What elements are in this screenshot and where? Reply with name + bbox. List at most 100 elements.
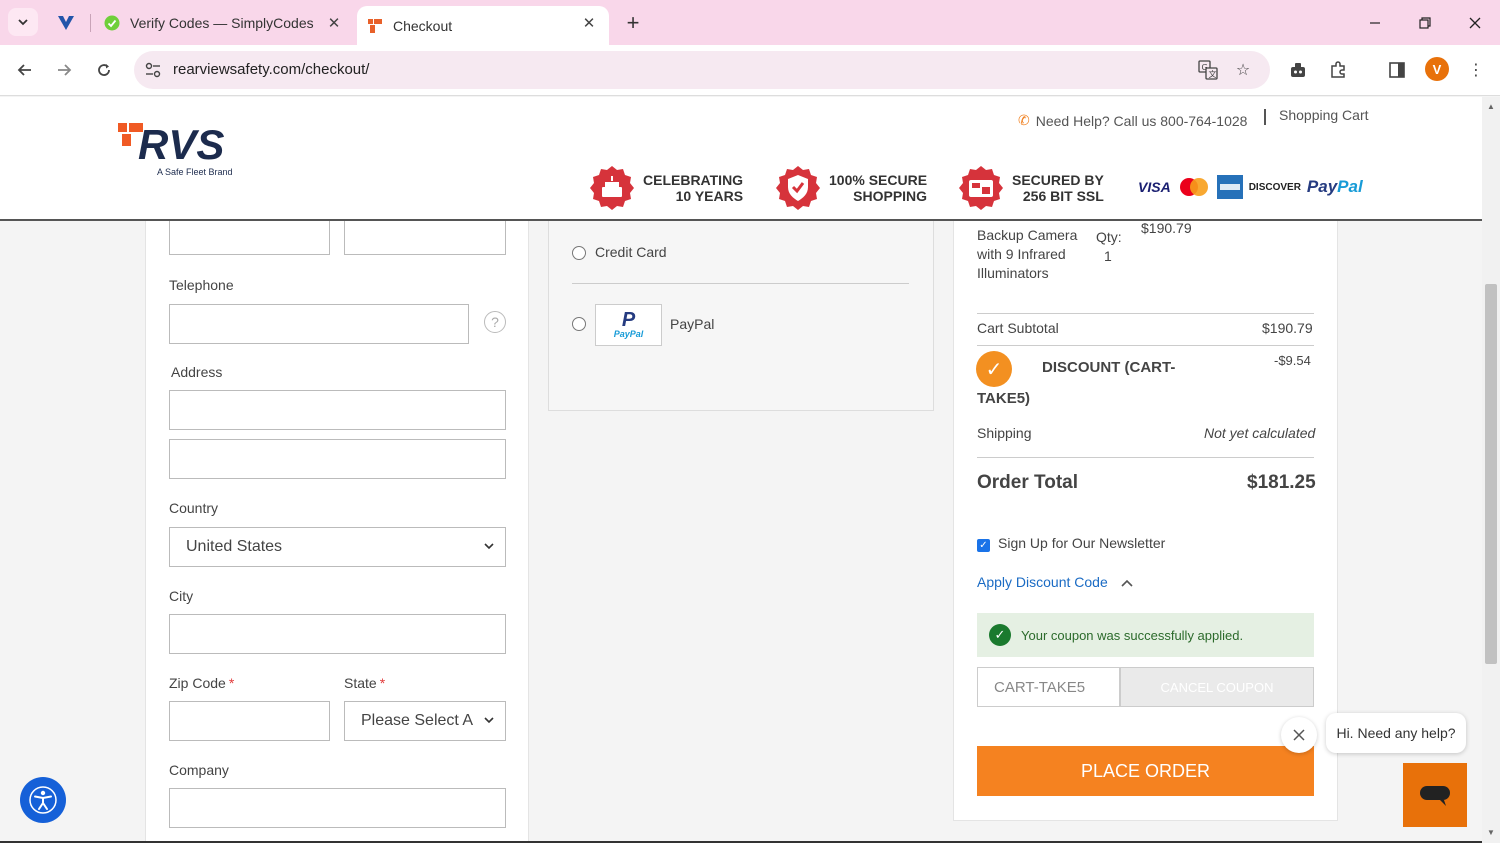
paypal-logo-part-2: Pal bbox=[1337, 177, 1363, 196]
subtotal-value: $190.79 bbox=[1262, 320, 1313, 336]
paypal-radio[interactable] bbox=[572, 317, 586, 331]
state-select[interactable]: Please Select A bbox=[344, 701, 506, 741]
newsletter-label[interactable]: Sign Up for Our Newsletter bbox=[998, 535, 1165, 551]
company-input[interactable] bbox=[169, 788, 506, 828]
place-order-button[interactable]: PLACE ORDER bbox=[977, 746, 1314, 796]
scrollbar-thumb[interactable] bbox=[1485, 284, 1497, 664]
scroll-up-icon[interactable]: ▲ bbox=[1486, 101, 1496, 111]
help-phone[interactable]: ✆ Need Help? Call us 800-764-1028 bbox=[1018, 112, 1247, 129]
reload-button[interactable] bbox=[89, 55, 119, 85]
scroll-down-icon[interactable]: ▼ bbox=[1486, 827, 1496, 837]
apply-discount-link[interactable]: Apply Discount Code bbox=[977, 574, 1108, 590]
phone-icon: ✆ bbox=[1018, 112, 1030, 128]
coupon-message-text: Your coupon was successfully applied. bbox=[1021, 627, 1244, 643]
paypal-logo: PayPal bbox=[1307, 177, 1363, 197]
coupon-success-message: ✓ Your coupon was successfully applied. bbox=[977, 613, 1314, 657]
profile-avatar[interactable]: V bbox=[1425, 57, 1449, 81]
address-label: Address bbox=[171, 364, 223, 380]
shipping-label: Shipping bbox=[977, 425, 1032, 441]
accessibility-icon bbox=[29, 786, 57, 814]
address-bar[interactable]: rearviewsafety.com/checkout/ G文 ☆ bbox=[134, 51, 1270, 89]
cancel-coupon-button[interactable]: CANCEL COUPON bbox=[1120, 667, 1314, 707]
minimize-button[interactable] bbox=[1360, 8, 1390, 38]
minimize-icon bbox=[1370, 22, 1380, 24]
badge-secure-shopping: 100% SECURE SHOPPING bbox=[775, 165, 927, 211]
chevron-up-icon[interactable] bbox=[1120, 577, 1134, 589]
extension-icon[interactable] bbox=[1286, 58, 1310, 82]
bookmark-star-icon[interactable]: ☆ bbox=[1232, 59, 1254, 81]
payment-methods: VISA DISCOVER PayPal bbox=[1138, 175, 1363, 199]
more-menu-icon[interactable]: ⋮ bbox=[1464, 58, 1488, 82]
tab-simplycodes[interactable]: Verify Codes — SimplyCodes ✕ bbox=[96, 6, 354, 40]
tab-checkout[interactable]: Checkout ✕ bbox=[357, 6, 609, 45]
tab-search-button[interactable] bbox=[8, 8, 38, 36]
summary-divider bbox=[977, 313, 1314, 314]
accessibility-button[interactable] bbox=[20, 777, 66, 823]
badge-line-1: 100% SECURE bbox=[829, 172, 928, 188]
zip-code-input[interactable] bbox=[169, 701, 330, 741]
qty-label: Qty: bbox=[1096, 229, 1122, 245]
order-summary bbox=[953, 221, 1338, 821]
back-button[interactable] bbox=[10, 55, 40, 85]
rvs-logo-mark-icon: RVS bbox=[118, 121, 224, 168]
telephone-input[interactable] bbox=[169, 304, 469, 344]
close-window-button[interactable] bbox=[1460, 8, 1490, 38]
street-address-line-1-input[interactable] bbox=[169, 390, 506, 430]
order-total-label: Order Total bbox=[977, 472, 1078, 493]
product-price: $190.79 bbox=[1141, 221, 1192, 236]
company-label: Company bbox=[169, 762, 229, 778]
new-tab-button[interactable]: + bbox=[620, 10, 646, 36]
ssl-lock-icon bbox=[959, 166, 1003, 210]
close-tab-icon[interactable]: ✕ bbox=[324, 13, 344, 33]
last-name-input[interactable] bbox=[344, 221, 506, 255]
restore-icon bbox=[1419, 17, 1431, 29]
coupon-code-input[interactable]: CART-TAKE5 bbox=[977, 667, 1120, 707]
pinned-tab[interactable] bbox=[52, 10, 80, 36]
side-panel-icon[interactable] bbox=[1385, 58, 1409, 82]
paypal-label[interactable]: PayPal bbox=[670, 316, 714, 332]
extensions-puzzle-icon[interactable] bbox=[1326, 58, 1350, 82]
svg-text:文: 文 bbox=[1209, 69, 1217, 79]
forward-button[interactable] bbox=[49, 55, 79, 85]
arrow-left-icon bbox=[17, 64, 31, 76]
restore-button[interactable] bbox=[1410, 8, 1440, 38]
badge-line-2: 256 BIT SSL bbox=[1022, 188, 1104, 204]
help-question-icon[interactable]: ? bbox=[484, 311, 506, 333]
chat-greeting-bubble[interactable]: Hi. Need any help? bbox=[1326, 713, 1466, 753]
translate-icon[interactable]: G文 bbox=[1197, 59, 1219, 81]
badge-celebrating: CELEBRATING 10 YEARS bbox=[589, 165, 743, 211]
street-address-line-2-input[interactable] bbox=[169, 439, 506, 479]
country-select[interactable]: United States bbox=[169, 527, 506, 567]
discount-value: -$9.54 bbox=[1274, 353, 1311, 368]
cake-badge-icon bbox=[590, 166, 634, 210]
discount-label-line-1: DISCOUNT (CART- bbox=[1042, 359, 1176, 376]
credit-card-radio[interactable] bbox=[572, 246, 586, 260]
page-scrollbar[interactable]: ▲ ▼ bbox=[1482, 97, 1500, 843]
shopping-cart-link[interactable]: Shopping Cart bbox=[1279, 107, 1369, 123]
state-label: State * bbox=[344, 675, 386, 691]
amex-icon bbox=[1216, 175, 1243, 199]
browser-tab-bar: Verify Codes — SimplyCodes ✕ Checkout ✕ … bbox=[0, 0, 1500, 45]
tab-title: Checkout bbox=[393, 17, 453, 34]
paypal-wordmark: PayPal bbox=[613, 329, 644, 339]
chat-close-button[interactable] bbox=[1281, 717, 1317, 753]
city-label: City bbox=[169, 588, 194, 604]
discount-label-line-2: TAKE5) bbox=[977, 390, 1031, 407]
badge-line-2: SHOPPING bbox=[853, 188, 928, 204]
newsletter-checkbox[interactable]: ✓ bbox=[977, 539, 990, 552]
reload-icon bbox=[98, 64, 110, 76]
zip-code-label: Zip Code * bbox=[169, 675, 235, 691]
close-tab-icon[interactable]: ✕ bbox=[579, 13, 599, 33]
badge-line-2: 10 YEARS bbox=[675, 188, 744, 204]
subtotal-label: Cart Subtotal bbox=[977, 320, 1059, 336]
chevron-down-icon bbox=[484, 717, 494, 724]
credit-card-label[interactable]: Credit Card bbox=[595, 244, 667, 260]
first-name-input[interactable] bbox=[169, 221, 330, 255]
rvs-logo[interactable]: RVS A Safe Fleet Brand bbox=[118, 121, 278, 181]
success-check-icon: ✓ bbox=[989, 624, 1011, 646]
simplycodes-favicon-icon bbox=[104, 15, 120, 31]
mastercard-icon bbox=[1179, 178, 1208, 196]
site-settings-icon[interactable] bbox=[144, 61, 162, 79]
city-input[interactable] bbox=[169, 614, 506, 654]
chat-launcher-button[interactable] bbox=[1403, 763, 1467, 827]
